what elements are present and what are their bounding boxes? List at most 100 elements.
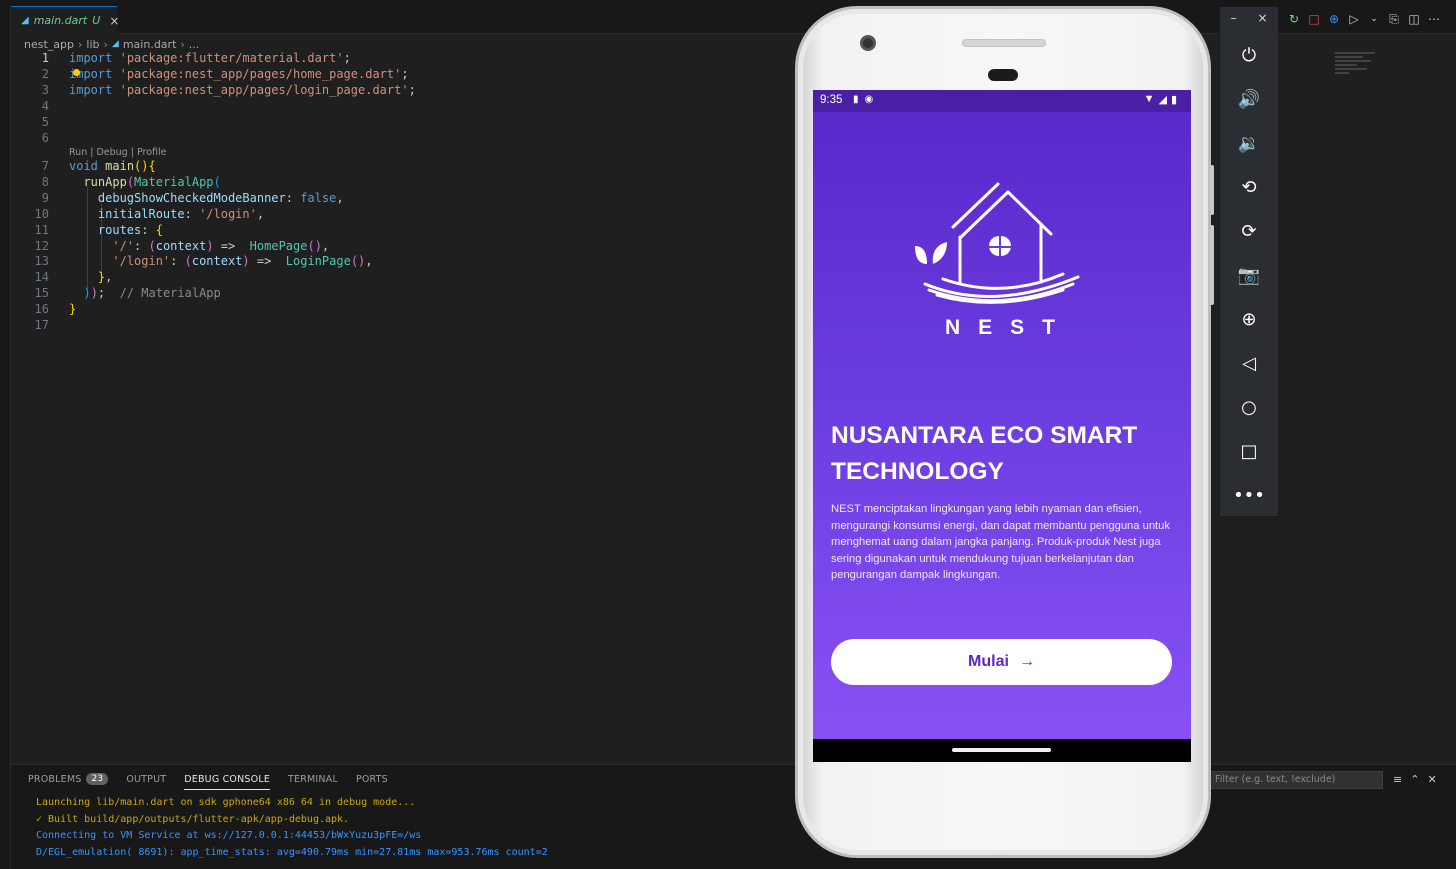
android-status-bar: 9:35 ▮ ◉ ▼ ◢ ▮ (813, 90, 1191, 112)
stop-icon[interactable]: □ (1304, 10, 1324, 28)
chevron-right-icon: › (180, 37, 185, 51)
code-line: import 'package:flutter/material.dart'; (69, 51, 351, 65)
zoom-icon[interactable]: ⊕ (1220, 297, 1278, 341)
close-panel-icon[interactable]: ✕ (1427, 773, 1436, 786)
line-number: 1 (41, 51, 49, 65)
line-number: 6 (41, 131, 49, 145)
code-line: initialRoute: '/login', (97, 207, 265, 221)
emulator-toolbar: – × ⏻ 🔊 🔉 ⟲ ⟳ 📷 ⊕ ◁ ○ □ ••• (1219, 6, 1279, 517)
power-icon[interactable]: ⏻ (1220, 33, 1278, 77)
more-icon[interactable]: ••• (1220, 473, 1278, 517)
brand-wordmark: NEST (944, 316, 1073, 339)
tab-status: U (92, 14, 101, 27)
sd-card-icon: ▮ (853, 94, 859, 105)
earpiece-speaker (962, 39, 1046, 47)
code-line: void main(){ (69, 159, 156, 173)
back-icon[interactable]: ◁ (1220, 341, 1278, 385)
editor-more-icon[interactable]: ⋯ (1424, 10, 1444, 28)
editor-scrollbar[interactable] (1443, 34, 1451, 764)
tab-label: OUTPUT (126, 773, 167, 785)
code-line: import 'package:nest_app/pages/login_pag… (69, 83, 416, 97)
minimize-icon[interactable]: – (1230, 11, 1236, 33)
overview-icon[interactable]: □ (1220, 429, 1278, 473)
camera-icon[interactable]: 📷 (1220, 253, 1278, 297)
tab-debug-console[interactable]: DEBUG CONSOLE (184, 773, 271, 790)
breadcrumb-item[interactable]: main.dart (123, 38, 177, 51)
app-screen[interactable]: 9:35 ▮ ◉ ▼ ◢ ▮ NEST NUSANTARA ECO SMART … (813, 90, 1191, 762)
rotate-left-icon[interactable]: ⟲ (1220, 165, 1278, 209)
tab-terminal[interactable]: TERMINAL (288, 773, 338, 785)
clear-console-icon[interactable]: ≡ (1393, 773, 1402, 786)
volume-up-icon[interactable]: 🔊 (1220, 77, 1278, 121)
devtools-icon[interactable]: ⊕ (1324, 10, 1344, 28)
mulai-button-label: Mulai (968, 653, 1009, 670)
line-number: 7 (41, 159, 49, 173)
code-line: debugShowCheckedModeBanner: false, (97, 191, 344, 205)
tab-ports[interactable]: PORTS (356, 773, 388, 785)
tab-problems[interactable]: PROBLEMS 23 (28, 773, 109, 785)
console-filter-input[interactable]: Filter (e.g. text, !exclude) (1210, 771, 1383, 789)
line-number: 11 (34, 223, 49, 237)
status-system-icons: ▼ ◢ ▮ (1144, 93, 1177, 106)
battery-icon: ▮ (1170, 94, 1177, 106)
dart-file-icon: ◢ (21, 14, 29, 26)
volume-down-icon[interactable]: 🔉 (1220, 121, 1278, 165)
nest-house-logo-icon (915, 182, 1080, 304)
console-line: ✓ Built build/app/outputs/flutter-apk/ap… (36, 813, 350, 825)
line-number: 8 (41, 175, 49, 189)
hot-restart-icon[interactable]: ↻ (1284, 10, 1304, 28)
close-icon[interactable]: × (1257, 11, 1267, 33)
bottom-panel: PROBLEMS 23 OUTPUT DEBUG CONSOLE TERMINAL… (11, 764, 1456, 869)
device-volume-button[interactable] (1210, 225, 1214, 305)
code-line: }, (97, 270, 113, 284)
debug-console-output: Launching lib/main.dart on sdk gphone64 … (36, 795, 548, 861)
line-number: 14 (34, 270, 49, 284)
codelens-run-debug-profile[interactable]: Run | Debug | Profile (69, 147, 166, 158)
mulai-button[interactable]: Mulai → (831, 639, 1172, 685)
tab-label: TERMINAL (288, 773, 338, 785)
minimap[interactable] (1335, 52, 1380, 82)
line-number: 15 (34, 286, 49, 300)
code-line: )); // MaterialApp (83, 286, 221, 300)
tab-output[interactable]: OUTPUT (126, 773, 166, 785)
lightbulb-icon[interactable] (73, 69, 80, 76)
chevron-right-icon: › (103, 37, 108, 51)
proximity-sensor (988, 69, 1018, 81)
line-number: 16 (34, 302, 49, 316)
breadcrumb-item[interactable]: ... (189, 38, 200, 51)
problems-count-badge: 23 (86, 773, 109, 785)
tab-label: PORTS (355, 773, 388, 785)
console-line: D/EGL_emulation( 8691): app_time_stats: … (36, 846, 548, 858)
breadcrumb-item[interactable]: lib (86, 38, 99, 51)
tab-filename: main.dart (33, 14, 88, 27)
emulator-window-controls: – × (1220, 7, 1278, 33)
split-editor-icon[interactable]: ◫ (1404, 10, 1424, 28)
front-camera (860, 35, 876, 51)
line-number: 12 (34, 239, 49, 253)
breadcrumb-item[interactable]: nest_app (24, 38, 74, 51)
home-icon[interactable]: ○ (1220, 385, 1278, 429)
app-description: NEST menciptakan lingkungan yang lebih n… (831, 503, 1170, 581)
status-time: 9:35 (820, 94, 843, 106)
panel-tabs: PROBLEMS 23 OUTPUT DEBUG CONSOLE TERMINAL… (28, 773, 388, 790)
close-tab-icon[interactable]: × (109, 14, 119, 28)
line-number: 2 (41, 67, 49, 81)
maximize-panel-icon[interactable]: ⌃ (1410, 773, 1419, 786)
line-number: 4 (41, 99, 49, 113)
breadcrumb: nest_app › lib › ◢ main.dart › ... (24, 36, 199, 52)
tab-main-dart[interactable]: ◢ main.dart U × (11, 6, 119, 34)
activity-bar (0, 6, 11, 869)
code-line: import 'package:nest_app/pages/home_page… (69, 67, 409, 81)
wifi-icon: ▼ (1143, 93, 1155, 105)
device-power-button[interactable] (1210, 165, 1214, 215)
chevron-right-icon: › (78, 37, 83, 51)
compare-changes-icon[interactable]: ⎘ (1384, 10, 1404, 28)
tab-label: DEBUG CONSOLE (184, 773, 271, 785)
signal-icon: ◢ (1158, 94, 1167, 106)
rotate-right-icon[interactable]: ⟳ (1220, 209, 1278, 253)
vscode-window: ◢ main.dart U × ⋯ ↷ ↻ □ ⊕ ▷ ⌄ ⎘ ◫ ⋯ nest… (0, 0, 1456, 869)
chevron-down-icon[interactable]: ⌄ (1364, 10, 1384, 28)
run-debug-icon[interactable]: ▷ (1344, 10, 1364, 28)
gesture-handle[interactable] (952, 748, 1051, 752)
code-line: '/login': (context) => LoginPage(), (112, 254, 373, 268)
